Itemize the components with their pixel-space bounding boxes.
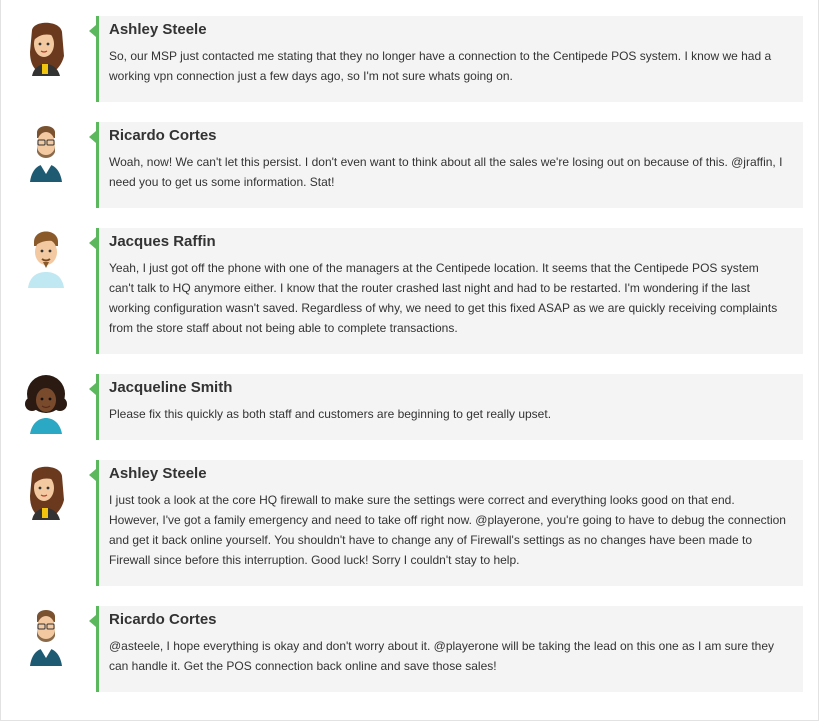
male-avatar-glasses-beard-icon <box>22 606 70 666</box>
male-avatar-goatee-icon <box>22 228 70 288</box>
message-author: Jacques Raffin <box>109 233 216 250</box>
message-text: So, our MSP just contacted me stating th… <box>109 49 772 83</box>
female-avatar-curly-hair-icon <box>22 374 70 434</box>
message-bubble: Ashley Steele I just took a look at the … <box>89 460 803 586</box>
message-text: I just took a look at the core HQ firewa… <box>109 493 786 567</box>
message-bubble: Ricardo Cortes @asteele, I hope everythi… <box>89 606 803 692</box>
female-avatar-brown-hair-icon <box>22 464 70 524</box>
message-text: @asteele, I hope everything is okay and … <box>109 639 775 673</box>
message-bubble: Ricardo Cortes Woah, now! We can't let t… <box>89 122 803 208</box>
panel-tab-gap <box>358 0 525 2</box>
message-author: Ashley Steele <box>109 465 207 482</box>
message-bubble: Ashley Steele So, our MSP just contacted… <box>89 16 803 102</box>
message-author: Jacqueline Smith <box>109 379 233 396</box>
message-bubble: Jacques Raffin Yeah, I just got off the … <box>89 228 803 354</box>
female-avatar-brown-hair-icon <box>22 20 70 80</box>
message-author: Ashley Steele <box>109 21 207 38</box>
message-text: Yeah, I just got off the phone with one … <box>109 261 778 335</box>
male-avatar-glasses-beard-icon <box>22 122 70 182</box>
message-author: Ricardo Cortes <box>109 611 217 628</box>
message-text: Woah, now! We can't let this persist. I … <box>109 155 783 189</box>
message-text: Please fix this quickly as both staff an… <box>109 407 552 421</box>
message-bubble: Jacqueline Smith Please fix this quickly… <box>89 374 803 440</box>
message-author: Ricardo Cortes <box>109 127 217 144</box>
